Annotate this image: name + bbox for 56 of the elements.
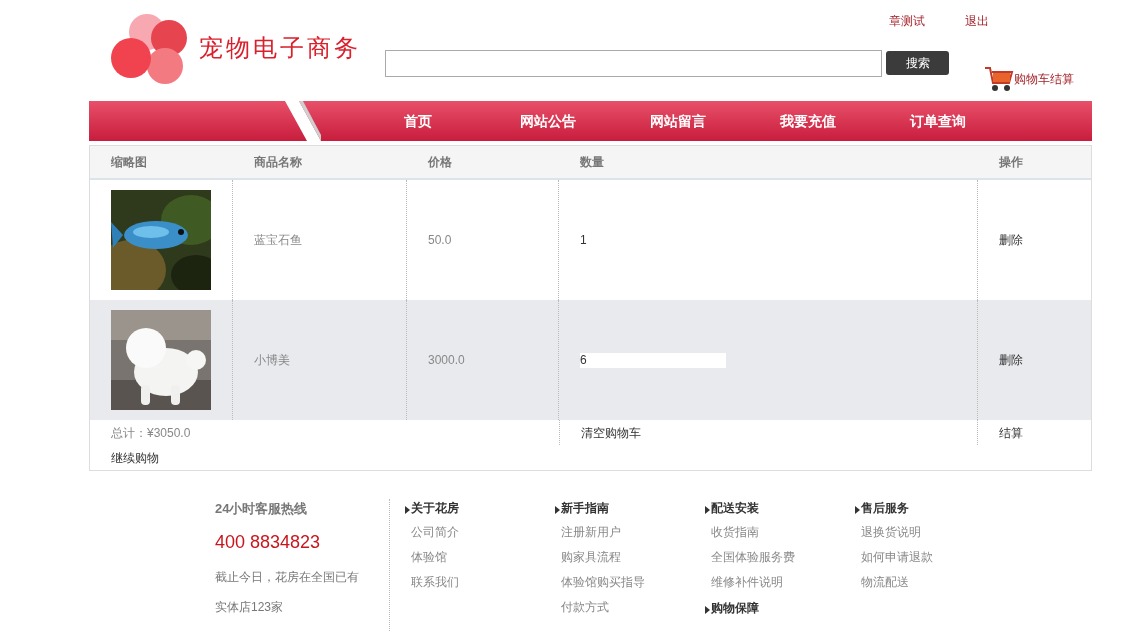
footer-link[interactable]: 体验馆购买指导 [561,573,645,591]
bullet-icon [405,506,410,514]
footer-link[interactable]: 体验馆 [411,548,447,566]
bullet-icon [705,606,710,614]
bullet-icon [855,506,860,514]
footer-heading: 配送安装 [711,499,759,517]
footer-link[interactable]: 如何申请退款 [861,548,933,566]
nav-divider-icon [285,101,321,141]
store-info-text: 实体店123家 [215,598,285,616]
footer-link[interactable]: 注册新用户 [561,523,621,541]
product-name: 小博美 [254,352,290,369]
footer-link[interactable]: 公司简介 [411,523,459,541]
column-header: 价格 [428,155,452,169]
delete-link[interactable]: 删除 [999,351,1023,369]
store-info-text: 截止今日，花房在全国已有 [215,568,360,586]
product-price: 50.0 [428,232,452,249]
footer-link[interactable]: 全国体验服务费 [711,548,795,566]
product-name: 蓝宝石鱼 [254,232,302,249]
nav-link[interactable]: 网站公告 [483,101,613,141]
nav-link[interactable]: 订单查询 [873,101,1003,141]
footer-link[interactable]: 联系我们 [411,573,459,591]
footer-link[interactable]: 维修补件说明 [711,573,783,591]
footer-link[interactable]: 退换货说明 [861,523,921,541]
total-text: 总计：¥3050.0 [111,425,191,440]
bullet-icon [555,506,560,514]
nav-link[interactable]: 我要充值 [743,101,873,141]
quantity-field[interactable]: 6 [580,352,726,368]
continue-shopping-link[interactable]: 继续购物 [111,448,159,467]
bullet-icon [705,506,710,514]
nav-link[interactable]: 网站留言 [613,101,743,141]
hotline-title: 24小时客服热线 [215,500,309,518]
delete-link[interactable]: 删除 [999,231,1023,249]
user-link[interactable]: 退出 [965,12,989,30]
footer-link[interactable]: 付款方式 [561,598,609,616]
search-button[interactable]: 搜索 [886,51,949,75]
search-field[interactable] [385,50,882,77]
cart-link[interactable]: 购物车结算 [984,65,1074,93]
checkout-link[interactable]: 结算 [999,425,1023,440]
column-header: 商品名称 [254,155,302,169]
footer-heading: 购物保障 [711,599,759,617]
hotline-phone: 400 8834823 [215,530,322,554]
product-price: 3000.0 [428,352,465,369]
user-link[interactable]: 章测试 [889,12,925,30]
footer-heading: 关于花房 [411,499,459,517]
footer-link[interactable]: 购家具流程 [561,548,621,566]
site-title: 宠物电子商务 [199,33,361,64]
column-header: 数量 [580,155,604,169]
footer-link[interactable]: 物流配送 [861,573,909,591]
footer-heading: 售后服务 [861,499,909,517]
column-header: 操作 [999,155,1023,169]
cart-icon [984,65,1014,93]
nav-link[interactable]: 首页 [353,101,483,141]
footer-link[interactable]: 收货指南 [711,523,759,541]
footer-heading: 新手指南 [561,499,609,517]
column-header: 缩略图 [111,155,147,169]
clear-cart-link[interactable]: 清空购物车 [581,423,641,442]
